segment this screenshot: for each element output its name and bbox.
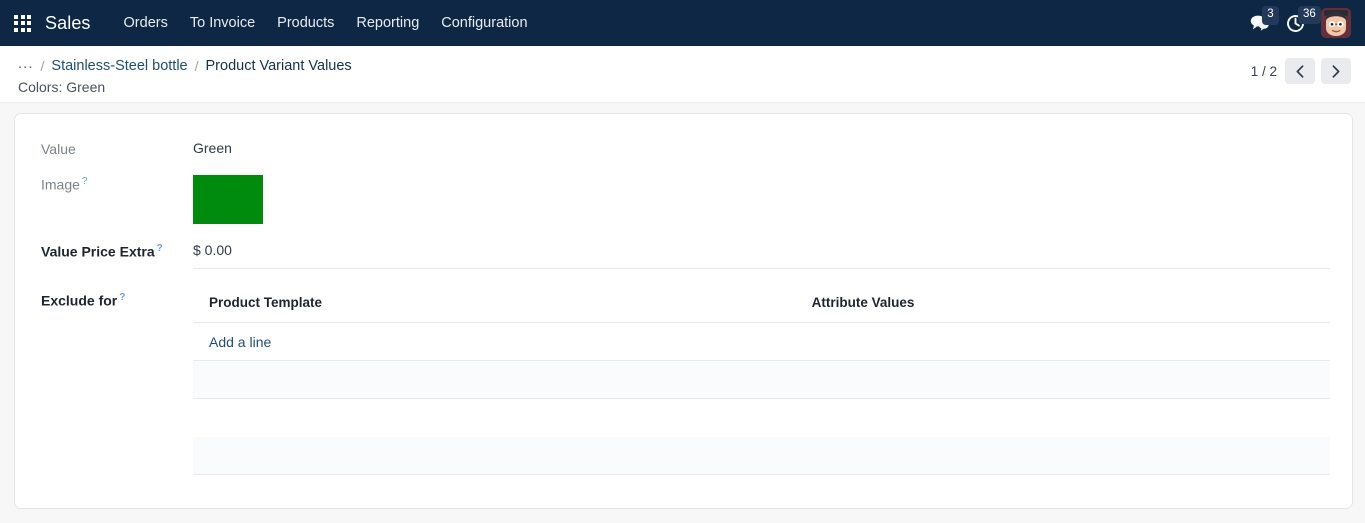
pager-count: 1 / 2 [1250,63,1277,79]
breadcrumb-item-stainless-steel-bottle[interactable]: Stainless-Steel bottle [51,58,187,74]
record-subtitle: Colors: Green [18,79,106,95]
chevron-right-icon [1332,64,1340,78]
apps-grid-icon[interactable] [14,14,31,32]
nav-menu-products[interactable]: Products [266,9,345,37]
activities-count-badge: 36 [1298,5,1321,24]
navbar-right-tools: 3 36 [1249,5,1351,38]
nav-menu-to-invoice[interactable]: To Invoice [179,9,266,37]
exclude-for-table: Product Template Attribute Values Add a … [193,291,1330,475]
messages-count-badge: 3 [1262,6,1279,25]
table-cell [795,436,1330,475]
table-row [193,436,1330,475]
field-label-value-price-extra: Value Price Extra? [41,242,193,260]
nav-menu-orders[interactable]: Orders [113,9,179,37]
nav-menu-reporting[interactable]: Reporting [345,9,430,37]
table-cell [795,360,1330,399]
app-brand-sales[interactable]: Sales [45,13,91,34]
activities-button[interactable]: 36 [1285,5,1321,34]
field-label-image: Image? [41,175,193,193]
field-value-price-extra[interactable]: $ 0.00 [193,242,1330,269]
image-color-swatch[interactable] [193,175,263,224]
help-tooltip-icon[interactable]: ? [119,292,125,303]
column-header-attribute-values[interactable]: Attribute Values [795,291,1330,323]
table-row [193,360,1330,399]
table-body: Add a line [193,322,1330,475]
field-row-image: Image? [41,175,1330,224]
pager-next-button[interactable] [1321,58,1351,84]
control-panel: ... / Stainless-Steel bottle / Product V… [0,46,1365,103]
field-label-exclude-for: Exclude for? [41,291,193,309]
nav-menu-configuration[interactable]: Configuration [430,9,538,37]
breadcrumb-separator: / [194,57,199,74]
table-cell [193,360,796,399]
add-a-line-cell[interactable]: Add a line [193,322,1330,361]
add-a-line-link[interactable]: Add a line [209,334,271,350]
breadcrumb-overflow-button[interactable]: ... [18,56,34,75]
table-cell [795,398,1330,437]
field-label-value-price-extra-text: Value Price Extra [41,243,155,260]
table-cell [193,398,796,437]
user-avatar-icon [1321,8,1351,38]
avatar[interactable] [1321,8,1351,38]
breadcrumb-separator: / [40,57,45,74]
form-sheet-container: Value Green Image? Value Price Extra? $ … [0,103,1365,509]
add-a-line-row[interactable]: Add a line [193,322,1330,361]
field-label-value: Value [41,141,76,157]
table-row [193,398,1330,437]
field-row-exclude-for: Exclude for? Product Template Attribute … [41,291,1330,475]
chevron-left-icon [1296,64,1304,78]
help-tooltip-icon[interactable]: ? [82,176,88,187]
column-header-product-template[interactable]: Product Template [193,291,796,323]
messages-button[interactable]: 3 [1249,6,1279,33]
table-header-row: Product Template Attribute Values [193,291,1330,323]
pager-previous-button[interactable] [1285,58,1315,84]
field-row-value-price-extra: Value Price Extra? $ 0.00 [41,242,1330,269]
field-value-value[interactable]: Green [193,140,232,156]
table-cell [193,436,796,475]
field-row-value: Value Green [41,140,1330,157]
field-label-image-text: Image [41,176,80,193]
form-sheet: Value Green Image? Value Price Extra? $ … [14,113,1353,509]
top-navbar: Sales Orders To Invoice Products Reporti… [0,0,1365,46]
breadcrumb: ... / Stainless-Steel bottle / Product V… [18,56,1351,75]
help-tooltip-icon[interactable]: ? [157,243,163,254]
breadcrumb-item-product-variant-values[interactable]: Product Variant Values [206,58,352,74]
field-label-exclude-for-text: Exclude for [41,292,118,309]
pager: 1 / 2 [1251,58,1351,84]
